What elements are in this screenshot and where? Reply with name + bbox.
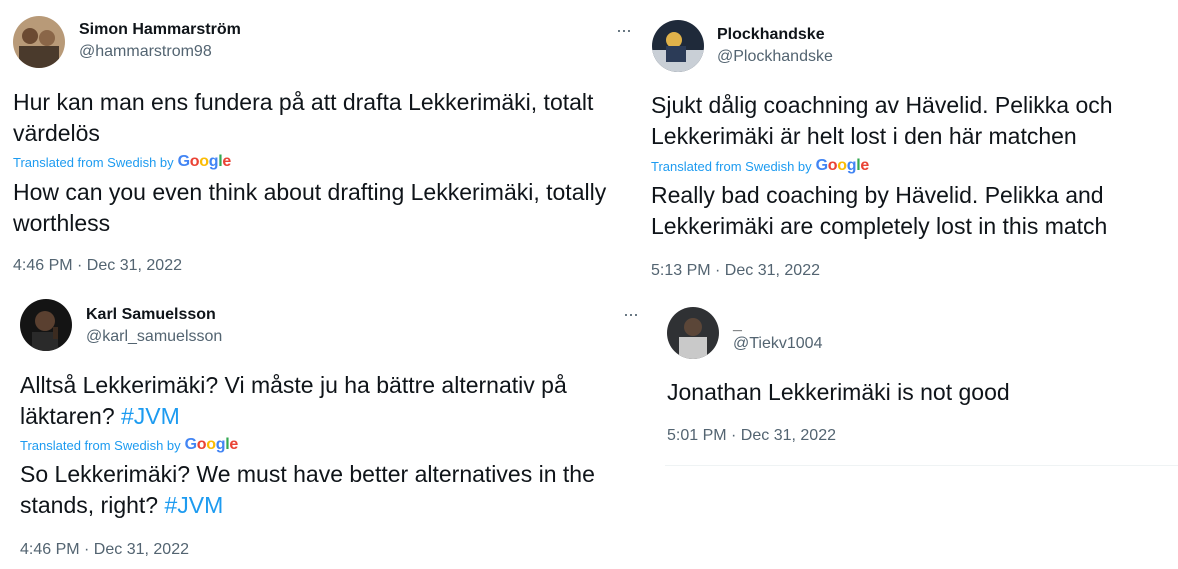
timestamp[interactable]: 4:46 PM · Dec 31, 2022	[13, 257, 182, 275]
timestamp[interactable]: 5:01 PM · Dec 31, 2022	[667, 427, 836, 445]
avatar[interactable]	[13, 16, 65, 68]
tweet-translation: How can you even think about drafting Le…	[13, 179, 607, 236]
display-name[interactable]: Simon Hammarström	[79, 21, 241, 39]
hashtag-link[interactable]: #JVM	[164, 492, 223, 518]
google-logo: Google	[184, 436, 239, 453]
tweet-text: Jonathan Lekkerimäki is not good	[667, 379, 1010, 405]
tweet-plockhandske[interactable]: Plockhandske @Plockhandske Sjukt dålig c…	[640, 0, 1178, 290]
avatar[interactable]	[652, 20, 704, 72]
translated-text: Translated from Swedish by	[651, 158, 812, 174]
google-logo: Google	[815, 157, 870, 174]
tweet-translation: Really bad coaching by Hävelid. Pelikka …	[651, 182, 1108, 239]
more-options-icon[interactable]: ···	[616, 21, 632, 39]
tweet-text: Sjukt dålig coachning av Hävelid. Pelikk…	[651, 92, 1113, 149]
translated-label: Translated from Swedish by Google	[13, 153, 231, 171]
tweet-simon[interactable]: Simon Hammarström @hammarstrom98 ··· Hur…	[0, 0, 650, 290]
avatar[interactable]	[667, 307, 719, 359]
tweet-text: Hur kan man ens fundera på att drafta Le…	[13, 89, 594, 146]
more-options-icon[interactable]: ···	[623, 305, 639, 323]
tweet-karl[interactable]: Karl Samuelsson @karl_samuelsson ··· All…	[0, 295, 650, 569]
tweet-text-body: Alltså Lekkerimäki? Vi måste ju ha bättr…	[20, 372, 567, 429]
tweet-translation: So Lekkerimäki? We must have better alte…	[20, 459, 640, 521]
display-name[interactable]: Plockhandske	[717, 26, 825, 44]
translated-label: Translated from Swedish by Google	[20, 436, 238, 454]
divider	[665, 465, 1178, 466]
timestamp[interactable]: 5:13 PM · Dec 31, 2022	[651, 262, 820, 280]
translated-text: Translated from Swedish by	[13, 154, 174, 170]
translated-text: Translated from Swedish by	[20, 437, 181, 453]
user-handle[interactable]: @hammarstrom98	[79, 43, 212, 61]
avatar[interactable]	[20, 299, 72, 351]
display-name[interactable]: _	[733, 316, 742, 334]
google-logo: Google	[177, 153, 232, 170]
user-handle[interactable]: @Plockhandske	[717, 48, 833, 66]
user-handle[interactable]: @Tiekv1004	[733, 335, 822, 353]
display-name[interactable]: Karl Samuelsson	[86, 306, 216, 324]
tweet-text: Alltså Lekkerimäki? Vi måste ju ha bättr…	[20, 370, 640, 432]
tweet-tiekv[interactable]: _ @Tiekv1004 Jonathan Lekkerimäki is not…	[655, 295, 1178, 470]
user-handle[interactable]: @karl_samuelsson	[86, 328, 222, 346]
translated-label: Translated from Swedish by Google	[651, 157, 869, 175]
hashtag-link[interactable]: #JVM	[121, 403, 180, 429]
timestamp[interactable]: 4:46 PM · Dec 31, 2022	[20, 541, 189, 559]
tweet-translation-body: So Lekkerimäki? We must have better alte…	[20, 461, 595, 518]
